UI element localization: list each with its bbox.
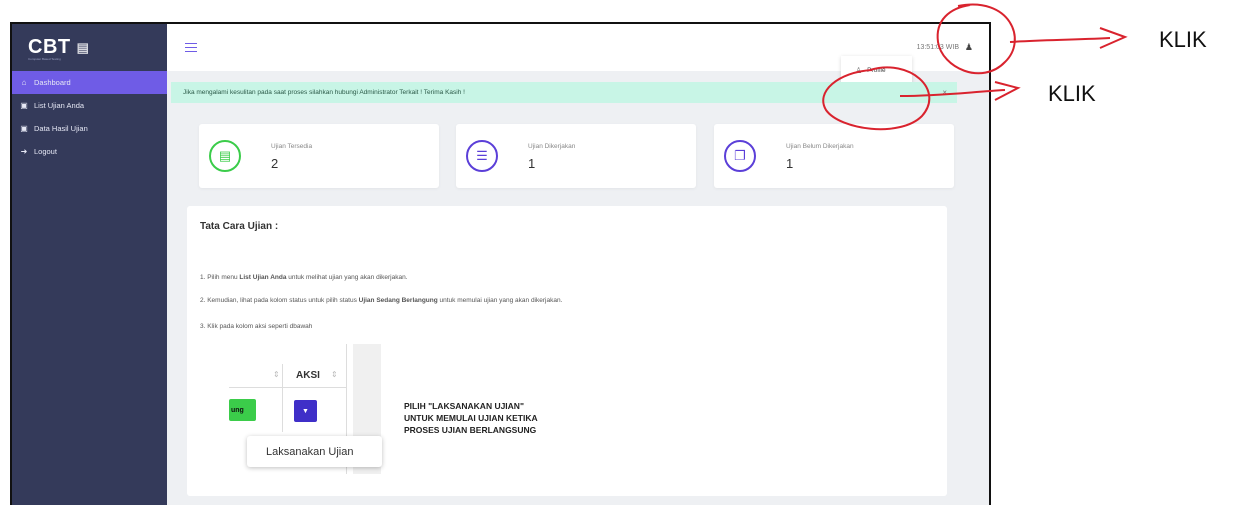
circle-mark-profile xyxy=(822,66,931,131)
klik-label-1: KLIK xyxy=(1159,27,1207,52)
klik-label-2: KLIK xyxy=(1048,81,1096,106)
circle-mark-user-icon xyxy=(936,3,1016,75)
annotation-marks xyxy=(822,3,1128,131)
arrow-line-1 xyxy=(1009,37,1111,43)
arrow-line-2 xyxy=(899,89,1006,97)
